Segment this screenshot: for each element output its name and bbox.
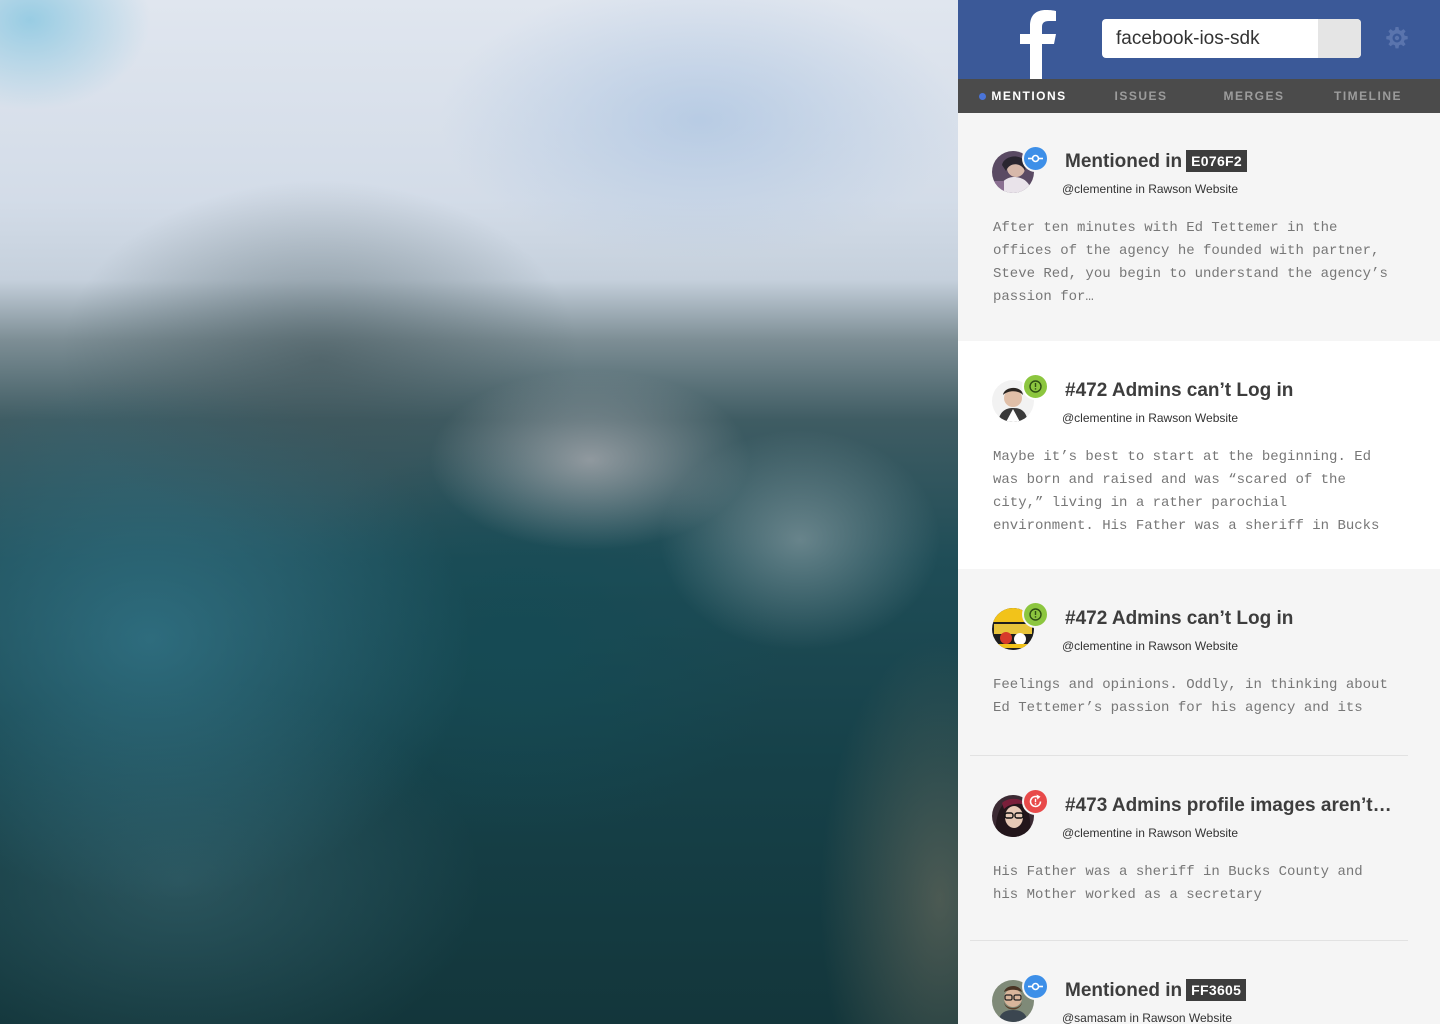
item-excerpt: After ten minutes with Ed Tettemer in th… <box>993 220 1388 305</box>
item-meta: @samasam in Rawson Website <box>1062 1011 1233 1024</box>
commit-icon <box>1022 973 1049 1000</box>
item-meta: @clementine in Rawson Website <box>1062 182 1239 196</box>
gear-icon[interactable] <box>1385 26 1409 50</box>
desktop-wallpaper <box>0 0 958 1024</box>
active-tab-indicator <box>979 93 986 100</box>
feed-item[interactable]: Mentioned in E076F2 @clementine in Rawson… <box>958 113 1440 341</box>
search-box <box>1102 19 1361 58</box>
item-title[interactable]: Mentioned in E076F2 <box>1065 150 1247 174</box>
header-bar <box>958 0 1440 79</box>
commit-hash[interactable]: FF3605 <box>1186 979 1247 1001</box>
facebook-f-icon[interactable] <box>1016 10 1060 79</box>
feed-item[interactable]: #472 Admins can’t Log in @clementine in … <box>958 569 1440 756</box>
item-title-text: Mentioned in <box>1065 151 1183 172</box>
issue-open-icon <box>1022 373 1049 400</box>
search-input[interactable] <box>1102 19 1317 58</box>
item-meta: @clementine in Rawson Website <box>1062 826 1239 840</box>
tab-mentions[interactable]: MENTIONS <box>988 79 1070 113</box>
feed-item[interactable]: #472 Admins can’t Log in @clementine in … <box>958 341 1440 569</box>
tab-bar: MENTIONS ISSUES MERGES TIMELINE <box>958 79 1440 113</box>
item-meta: @clementine in Rawson Website <box>1062 411 1239 425</box>
item-title[interactable]: Mentioned in FF3605 <box>1065 979 1247 1003</box>
issue-open-icon <box>1022 601 1049 628</box>
item-excerpt: His Father was a sheriff in Bucks County… <box>993 864 1363 903</box>
commit-icon <box>1022 145 1049 172</box>
item-title-text: Mentioned in <box>1065 980 1183 1001</box>
issue-reopened-icon <box>1022 788 1049 815</box>
tab-issues[interactable]: ISSUES <box>1102 79 1180 113</box>
notification-panel: MENTIONS ISSUES MERGES TIMELINE <box>958 0 1440 1024</box>
tab-merges[interactable]: MERGES <box>1215 79 1293 113</box>
item-title[interactable]: #473 Admins profile images aren’t… <box>1065 794 1392 818</box>
tab-timeline[interactable]: TIMELINE <box>1328 79 1408 113</box>
item-title[interactable]: #472 Admins can’t Log in <box>1065 379 1293 403</box>
feed-item[interactable]: #473 Admins profile images aren’t… @clem… <box>958 756 1440 941</box>
commit-hash[interactable]: E076F2 <box>1186 150 1247 172</box>
item-excerpt: Maybe it’s best to start at the beginnin… <box>993 449 1380 534</box>
item-meta: @clementine in Rawson Website <box>1062 639 1239 653</box>
item-title[interactable]: #472 Admins can’t Log in <box>1065 607 1293 631</box>
item-excerpt: Feelings and opinions. Oddly, in thinkin… <box>993 677 1388 716</box>
search-button[interactable] <box>1318 19 1361 58</box>
feed-item[interactable]: Mentioned in FF3605 @samasam in Rawson We… <box>958 941 1440 1024</box>
